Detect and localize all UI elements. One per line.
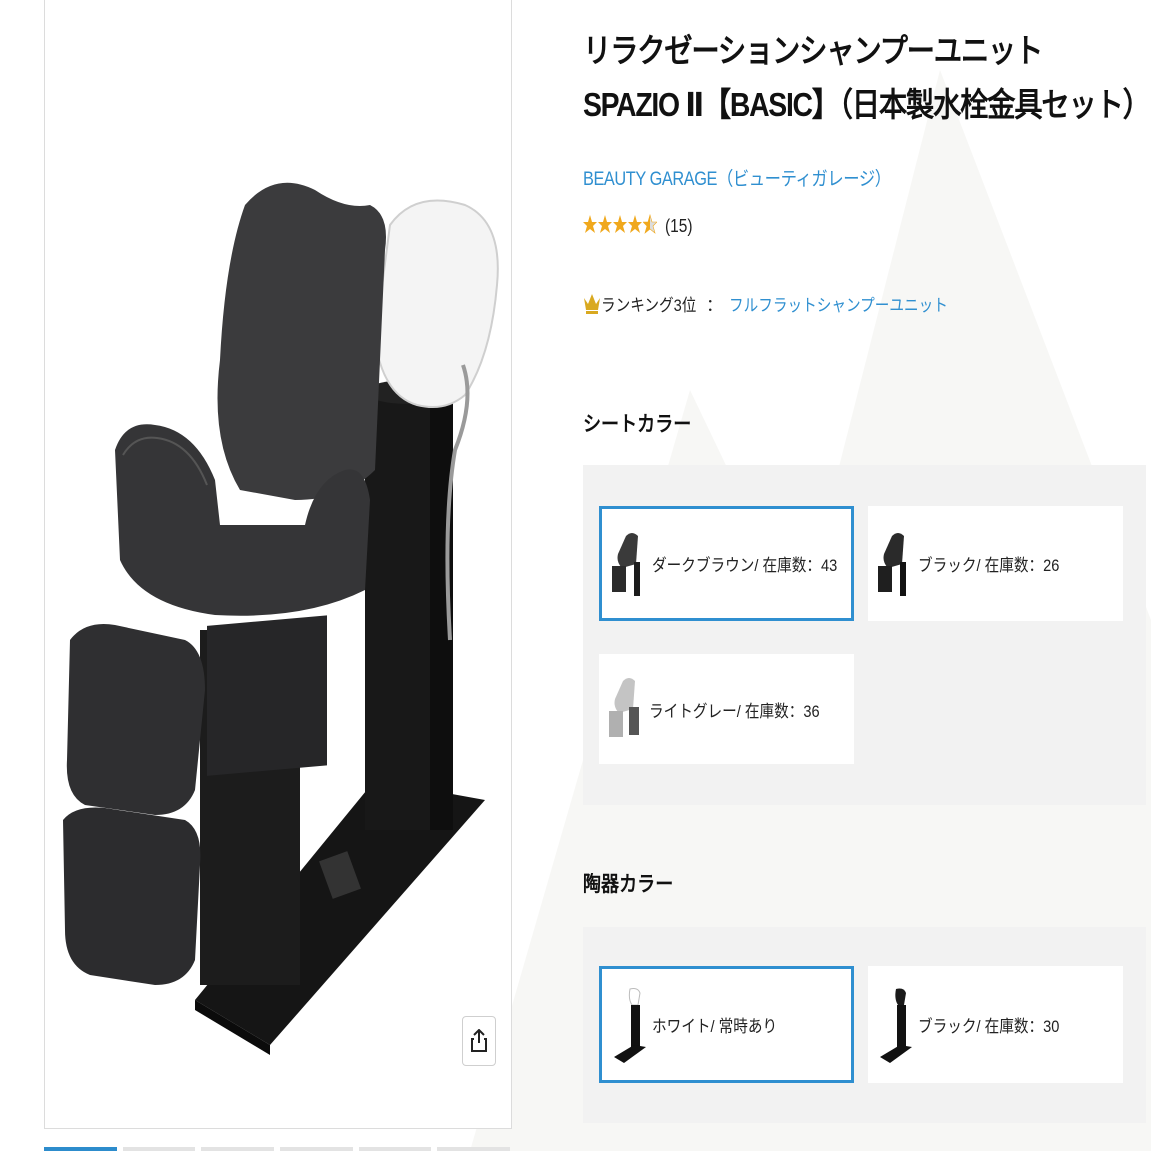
star-rating	[583, 214, 657, 238]
share-button[interactable]	[462, 1016, 496, 1066]
brand-link[interactable]: BEAUTY GARAGE（ビューティガレージ）	[583, 164, 891, 191]
ceramic-color-option-black[interactable]: ブラック/ 在庫数：30	[868, 966, 1123, 1083]
star-icon	[628, 215, 642, 233]
gallery-thumbnail-strip	[44, 1147, 511, 1151]
product-image-shampoo-unit	[63, 182, 499, 1055]
gallery-thumbnail[interactable]	[44, 1147, 117, 1151]
ranking-category-link[interactable]: フルフラットシャンプーユニット	[729, 291, 948, 316]
option-label: ダークブラウン/ 在庫数：43	[652, 556, 838, 575]
half-star-icon	[643, 214, 657, 234]
seat-color-option-dark-brown[interactable]: ダークブラウン/ 在庫数：43	[599, 506, 854, 621]
seat-color-option-light-grey[interactable]: ライトグレー/ 在庫数：36	[599, 654, 854, 764]
ceramic-color-option-white[interactable]: ホワイト/ 常時あり	[599, 966, 854, 1083]
option-label: ホワイト/ 常時あり	[652, 1017, 778, 1036]
seat-color-title: シートカラー	[583, 413, 692, 436]
ceramic-color-title: 陶器カラー	[583, 873, 674, 896]
seat-color-options: ダークブラウン/ 在庫数：43 ブラック/ 在庫数：26 ライトグレー/ 在庫数…	[583, 465, 1146, 805]
gallery-thumbnail[interactable]	[201, 1147, 275, 1151]
ranking-label: ランキング3位	[601, 295, 697, 315]
star-icon	[598, 215, 612, 233]
dark-brown-chair-thumbnail	[612, 532, 640, 596]
crown-icon	[584, 294, 600, 314]
light-grey-chair-thumbnail	[609, 678, 639, 737]
seat-color-option-black[interactable]: ブラック/ 在庫数：26	[868, 506, 1123, 621]
gallery-thumbnail[interactable]	[122, 1147, 196, 1151]
option-label: ブラック/ 在庫数：26	[918, 556, 1060, 575]
share-icon	[471, 1029, 487, 1052]
black-chair-thumbnail	[878, 532, 906, 596]
product-title: リラクゼーションシャンプーユニット SPAZIO Ⅱ【BASIC】（日本製水栓金…	[583, 32, 1151, 123]
ranking-separator: ：	[705, 295, 723, 315]
gallery-thumbnail[interactable]	[437, 1147, 511, 1151]
gallery-thumbnail[interactable]	[280, 1147, 353, 1151]
option-label: ライトグレー/ 在庫数：36	[649, 701, 820, 721]
white-bowl-thumbnail	[614, 987, 646, 1063]
rating[interactable]: (15)	[583, 214, 697, 238]
star-icon	[613, 215, 627, 233]
option-label: ブラック/ 在庫数：30	[918, 1017, 1060, 1036]
star-icon	[583, 215, 597, 233]
review-count[interactable]: (15)	[665, 216, 693, 237]
black-bowl-thumbnail	[880, 988, 912, 1063]
gallery-thumbnail[interactable]	[358, 1147, 432, 1151]
product-image-gallery[interactable]	[44, 0, 512, 1129]
ceramic-color-options: ホワイト/ 常時あり ブラック/ 在庫数：30	[583, 927, 1146, 1123]
ranking: ランキング3位 ： フルフラットシャンプーユニット	[583, 290, 983, 316]
